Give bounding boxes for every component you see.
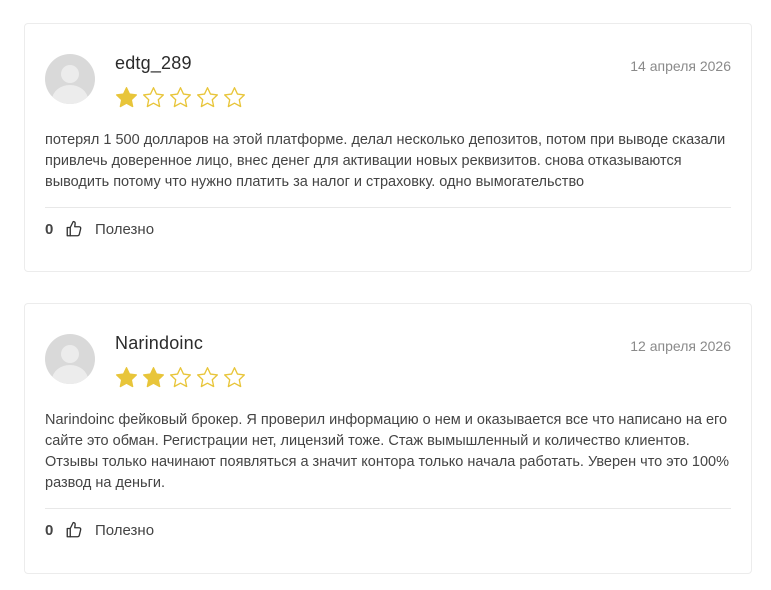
rating-stars bbox=[115, 366, 246, 389]
star-empty-icon bbox=[196, 87, 219, 108]
review-text: потерял 1 500 долларов на этой платформе… bbox=[45, 132, 726, 190]
review-footer: 0 Полезно bbox=[45, 220, 154, 238]
review-card: edtg_289 14 апреля 2026 потерял 1 500 до… bbox=[24, 23, 752, 272]
review-card: Narindoinc 12 апреля 2026 Narindoinc фей… bbox=[24, 303, 752, 574]
helpful-button[interactable]: Полезно bbox=[95, 221, 154, 238]
star-empty-icon bbox=[169, 87, 192, 108]
user-avatar-icon bbox=[45, 54, 95, 104]
helpful-button[interactable]: Полезно bbox=[95, 522, 154, 539]
review-date: 14 апреля 2026 bbox=[630, 58, 731, 74]
divider bbox=[45, 508, 731, 509]
star-empty-icon bbox=[196, 367, 219, 388]
star-empty-icon bbox=[142, 87, 165, 108]
review-text: Narindoinc фейковый брокер. Я проверил и… bbox=[45, 412, 730, 491]
user-avatar-icon bbox=[45, 334, 95, 384]
divider bbox=[45, 207, 731, 208]
thumbs-up-icon[interactable] bbox=[65, 220, 83, 238]
like-count: 0 bbox=[45, 220, 54, 238]
review-author: Narindoinc bbox=[115, 333, 204, 353]
star-empty-icon bbox=[169, 367, 192, 388]
star-empty-icon bbox=[223, 367, 246, 388]
review-author: edtg_289 bbox=[115, 53, 192, 73]
review-date: 12 апреля 2026 bbox=[630, 338, 731, 354]
like-count: 0 bbox=[45, 521, 54, 539]
rating-stars bbox=[115, 86, 246, 109]
thumbs-up-icon[interactable] bbox=[65, 521, 83, 539]
star-empty-icon bbox=[223, 87, 246, 108]
star-filled-icon bbox=[115, 367, 138, 388]
review-footer: 0 Полезно bbox=[45, 521, 154, 539]
star-filled-icon bbox=[115, 87, 138, 108]
star-filled-icon bbox=[142, 367, 165, 388]
